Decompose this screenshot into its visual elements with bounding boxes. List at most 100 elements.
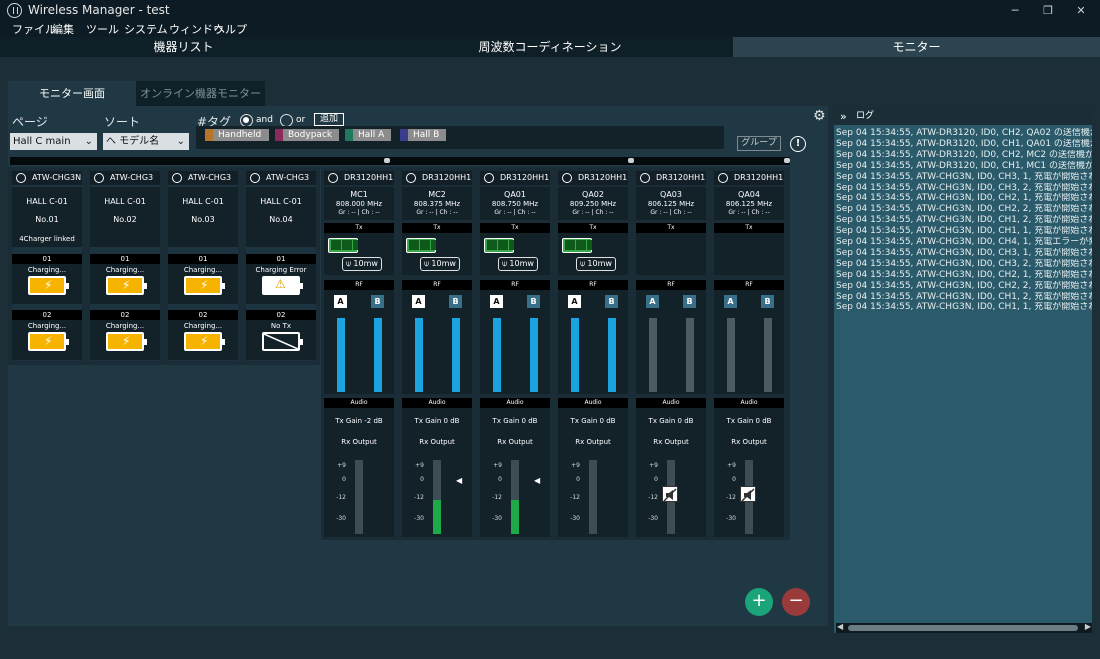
charger-header[interactable]: ATW-CHG3 <box>90 171 160 185</box>
select-radio[interactable] <box>328 173 338 183</box>
frequency: 808.375 MHz <box>413 200 461 208</box>
remove-button[interactable]: − <box>782 588 810 616</box>
group-button[interactable]: グループ <box>737 136 781 151</box>
scale-label: -12 <box>726 494 736 501</box>
receiver-header[interactable]: DR3120HH1 <box>480 171 550 185</box>
menu-file[interactable]: ファイル <box>12 22 56 37</box>
audio-section: Audio Tx Gain 0 dB Rx Output +9 0 -12 -30 <box>636 398 706 537</box>
gear-icon[interactable]: ⚙ <box>813 108 826 124</box>
scroll-handle[interactable] <box>628 158 634 163</box>
tx-label: Tx <box>636 223 706 233</box>
select-radio[interactable] <box>406 173 416 183</box>
chevron-down-icon: ⌄ <box>176 136 185 147</box>
minimize-button[interactable]: ─ <box>1000 0 1030 22</box>
tx-battery-icon <box>328 238 358 253</box>
menu-tools[interactable]: ツール <box>86 22 119 37</box>
charger-info: HALL C-01 No.02 <box>90 187 160 247</box>
charger-slot: 01 Charging... ⚡ <box>90 254 160 304</box>
log-scrollbar[interactable]: ◀ ▶ <box>836 622 1092 633</box>
tx-power: ⍦ 10mw <box>420 257 460 271</box>
charger-card: ATW-CHG3 HALL C-01 No.02 01 Charging... … <box>90 171 160 361</box>
channel-name: QA01 <box>504 190 526 199</box>
antenna-a-indicator: A <box>646 295 659 308</box>
charger-header[interactable]: ATW-CHG3 <box>168 171 238 185</box>
horizontal-scrollbar[interactable] <box>10 157 790 165</box>
select-radio[interactable] <box>16 173 26 183</box>
tab-monitor-screen[interactable]: モニター画面 <box>8 81 136 106</box>
receiver-header[interactable]: DR3120HH1 <box>324 171 394 185</box>
page-select[interactable]: Hall C main ⌄ <box>10 133 97 150</box>
tag-hall-a[interactable]: Hall A <box>345 129 391 141</box>
tx-label: Tx <box>714 223 784 233</box>
log-entry: Sep 04 15:34:55, ATW-CHG3N, ID0, CH4, 1,… <box>836 237 1092 247</box>
scale-label: -12 <box>648 494 658 501</box>
alert-icon[interactable]: ! <box>790 136 806 152</box>
receiver-info: QA02 809.250 MHz Gr : -- | Ch : -- <box>558 187 628 220</box>
scroll-handle[interactable] <box>784 158 790 163</box>
tab-frequency-coordination[interactable]: 周波数コーディネーション <box>367 37 733 57</box>
tx-power: ⍦ 10mw <box>498 257 538 271</box>
receiver-header[interactable]: DR3120HH1 <box>558 171 628 185</box>
menu-edit[interactable]: 編集 <box>52 22 74 37</box>
log-header[interactable]: » ログ <box>834 108 1092 125</box>
receiver-header[interactable]: DR3120HH1 <box>714 171 784 185</box>
group-channel: Gr : -- | Ch : -- <box>728 209 770 216</box>
log-entry: Sep 04 15:34:55, ATW-DR3120, ID0, CH1, M… <box>836 160 1092 171</box>
log-entry: Sep 04 15:34:55, ATW-CHG3N, ID0, CH3, 2,… <box>836 182 1092 193</box>
charger-number: No.02 <box>113 215 137 224</box>
menu-help[interactable]: ヘルプ <box>214 22 247 37</box>
charger-card: ATW-CHG3 HALL C-01 No.03 01 Charging... … <box>168 171 238 361</box>
sub-tabs: モニター画面 オンライン機器モニター <box>8 81 265 106</box>
menu-system[interactable]: システム <box>124 22 168 37</box>
scroll-left-icon[interactable]: ◀ <box>837 622 843 631</box>
log-entry: Sep 04 15:34:55, ATW-CHG3N, ID0, CH1, 1,… <box>836 226 1092 237</box>
close-button[interactable]: ✕ <box>1066 0 1096 22</box>
add-button[interactable]: + <box>745 588 773 616</box>
maximize-button[interactable]: ❐ <box>1033 0 1063 22</box>
select-radio[interactable] <box>94 173 104 183</box>
channel-name: QA03 <box>660 190 682 199</box>
log-scrollbar-thumb[interactable] <box>848 625 1078 631</box>
scroll-right-icon[interactable]: ▶ <box>1085 622 1091 631</box>
scroll-handle[interactable] <box>384 158 390 163</box>
slot-number: 01 <box>12 254 82 264</box>
tx-label: Tx <box>558 223 628 233</box>
slot-status: Charging... <box>105 266 145 274</box>
tab-online-device-monitor[interactable]: オンライン機器モニター <box>136 81 265 106</box>
tag-handheld[interactable]: Handheld <box>205 129 269 141</box>
select-radio[interactable] <box>250 173 260 183</box>
charger-header[interactable]: ATW-CHG3N <box>12 171 82 185</box>
tab-monitor[interactable]: モニター <box>733 37 1100 57</box>
peak-arrow-icon: ◀ <box>456 476 463 485</box>
scale-label: +9 <box>415 462 424 469</box>
charger-card: ATW-CHG3N HALL C-01 No.01 4Charger linke… <box>12 171 82 361</box>
slot-status: Charging... <box>183 322 223 330</box>
tx-section: Tx ⍦ 10mw <box>558 223 628 275</box>
receiver-header[interactable]: DR3120HH1 <box>402 171 472 185</box>
antenna-b-indicator: B <box>371 295 384 308</box>
tab-device-list[interactable]: 機器リスト <box>0 37 367 57</box>
group-channel: Gr : -- | Ch : -- <box>494 209 536 216</box>
tag-bodypack[interactable]: Bodypack <box>275 129 339 141</box>
tag-hall-b[interactable]: Hall B <box>400 129 446 141</box>
select-radio[interactable] <box>484 173 494 183</box>
select-radio[interactable] <box>640 173 650 183</box>
select-radio[interactable] <box>172 173 182 183</box>
and-label: and <box>256 115 273 125</box>
tx-gain: Tx Gain 0 dB <box>648 417 694 425</box>
audio-section: Audio Tx Gain 0 dB Rx Output +9 0 -12 -30 <box>558 398 628 537</box>
charger-header[interactable]: ATW-CHG3 <box>246 171 316 185</box>
battery-charging-icon: ⚡ <box>184 276 225 295</box>
add-tag-button[interactable]: 追加 <box>314 113 344 126</box>
rf-section: RF A B <box>480 280 550 394</box>
scale-label: -30 <box>726 515 736 522</box>
select-radio[interactable] <box>562 173 572 183</box>
audio-label: Audio <box>324 398 394 408</box>
rx-output-label: Rx Output <box>497 438 533 446</box>
log-entry: Sep 04 15:34:55, ATW-CHG3N, ID0, CH3, 1,… <box>836 247 1092 258</box>
receiver-header[interactable]: DR3120HH1 <box>636 171 706 185</box>
receiver-info: MC2 808.375 MHz Gr : -- | Ch : -- <box>402 187 472 220</box>
select-radio[interactable] <box>718 173 728 183</box>
audio-label: Audio <box>402 398 472 408</box>
sort-select[interactable]: へ モデル名 ⌄ <box>103 133 189 150</box>
